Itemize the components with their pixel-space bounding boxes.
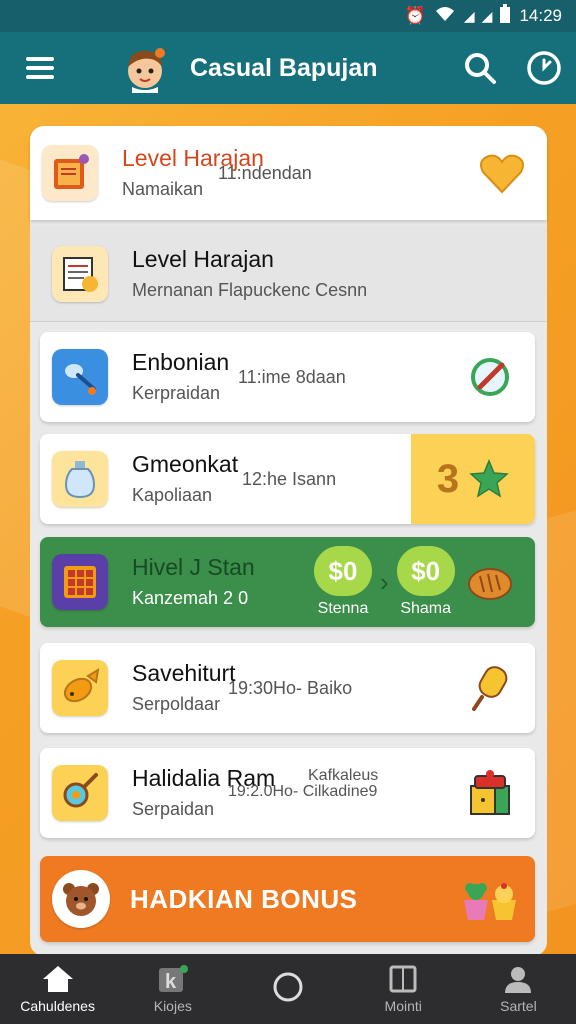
app-bar: Casual Bapujan xyxy=(0,32,576,104)
nav-item-kiojes[interactable]: k Kiojes xyxy=(115,954,230,1024)
row-subtitle: Kapoliaan xyxy=(132,485,213,505)
fish-icon xyxy=(52,660,108,716)
status-time: 14:29 xyxy=(519,6,562,25)
wifi-icon xyxy=(434,5,456,28)
row-action-button[interactable] xyxy=(445,643,535,733)
row-subtitle: Serpoldaar xyxy=(132,694,221,714)
nav-label: Kiojes xyxy=(153,998,192,1014)
mascot-avatar xyxy=(128,48,165,93)
menu-button[interactable] xyxy=(0,32,80,104)
search-icon xyxy=(465,53,496,84)
row-title: Level Harajan xyxy=(132,245,274,272)
row-meta: 11:ndendan xyxy=(218,163,312,183)
status-bar: ⏰ ◢ ◢ 14:29 xyxy=(0,0,576,32)
clock-icon xyxy=(527,51,561,85)
nav-label: Sartel xyxy=(500,998,537,1014)
nav-label: Mointi xyxy=(384,998,422,1014)
clock-button[interactable] xyxy=(512,32,576,104)
person-icon xyxy=(505,967,532,993)
bread-icon xyxy=(467,568,512,600)
battery-icon xyxy=(499,3,511,29)
row-subtitle: Mernanan Flapuckenc Cesnn xyxy=(132,279,368,300)
score-badge[interactable]: 3 xyxy=(411,434,535,524)
nav-item-sartel[interactable]: Sartel xyxy=(461,954,576,1024)
hamburger-icon xyxy=(26,57,54,79)
favorite-button[interactable] xyxy=(457,128,547,218)
row-meta: 19:30Ho- Baiko xyxy=(228,678,353,698)
cell-signal-2-icon: ◢ xyxy=(481,7,493,24)
coin-label-2: Shama xyxy=(400,600,452,617)
search-button[interactable] xyxy=(448,32,512,104)
no-edit-icon xyxy=(471,358,509,396)
row-action-button[interactable] xyxy=(445,332,535,422)
coin-value-2: $0 xyxy=(396,546,455,596)
gift-box-icon xyxy=(470,770,510,815)
row-meta: 12:he Isann xyxy=(242,469,337,489)
row-action-button[interactable] xyxy=(445,854,535,944)
star-icon xyxy=(469,459,509,498)
row-title: Savehiturt xyxy=(132,660,236,686)
chevron-right-icon: › xyxy=(380,566,389,597)
list-item[interactable]: Enbonian Kerpraidan 11:ime 8daan xyxy=(40,332,535,422)
row-subtitle: Serpaidan xyxy=(132,799,215,819)
bottom-nav: Cahuldenes k Kiojes Mointi Sartel xyxy=(0,954,576,1024)
score-value: 3 xyxy=(436,456,460,501)
list-item[interactable]: Savehiturt Serpoldaar 19:30Ho- Baiko xyxy=(40,643,535,733)
coin-button-1[interactable]: $0 Stenna xyxy=(314,546,372,618)
nav-item-home[interactable]: Cahuldenes xyxy=(0,954,115,1024)
cell-signal-icon: ◢ xyxy=(463,7,475,24)
calculator-icon xyxy=(52,554,108,610)
coin-value-1: $0 xyxy=(314,546,372,596)
coin-label-1: Stenna xyxy=(317,600,369,617)
list-item[interactable]: Hivel J Stan Kanzemah 2 0 $0 Stenna › $0… xyxy=(40,537,535,627)
magnifier-toy-icon xyxy=(52,765,108,821)
row-subtitle: Namaikan xyxy=(122,179,204,199)
row-meta-2: Kafkaleus xyxy=(308,767,379,784)
nav-item-center[interactable] xyxy=(230,954,345,1024)
row-action-button[interactable] xyxy=(445,748,535,838)
home-icon xyxy=(42,966,73,992)
row-title: Gmeonkat xyxy=(132,451,239,477)
cupcake-icon xyxy=(464,883,516,920)
teddy-bear-icon xyxy=(52,870,110,928)
circle-icon xyxy=(273,972,303,1002)
bonus-title: HADKIAN BONUS xyxy=(130,883,358,914)
spoon-icon xyxy=(52,349,108,405)
list-panel: Level Harajan Namaikan 11:ndendan Level … xyxy=(30,126,547,956)
row-title: Hivel J Stan xyxy=(132,554,255,580)
coin-button-2[interactable]: $0 Shama xyxy=(396,546,455,618)
list-item[interactable]: Gmeonkat Kapoliaan 12:he Isann 3 xyxy=(40,434,535,524)
bottle-icon xyxy=(52,451,108,507)
list-item[interactable]: Level Harajan Namaikan 11:ndendan xyxy=(30,126,547,220)
row-title: Enbonian xyxy=(132,349,230,375)
row-action-button[interactable] xyxy=(455,537,525,627)
heart-icon xyxy=(480,154,524,194)
popsicle-icon xyxy=(472,666,508,711)
row-meta: 11:ime 8daan xyxy=(238,367,346,387)
k-app-icon: k xyxy=(158,965,188,993)
app-title: Casual Bapujan xyxy=(190,53,378,82)
svg-text:k: k xyxy=(165,971,177,993)
bonus-banner[interactable]: HADKIAN BONUS xyxy=(40,856,535,942)
book-icon xyxy=(42,145,98,201)
nav-label: Cahuldenes xyxy=(20,998,95,1014)
list-item[interactable]: Halidalia Ram Serpaidan 19:2.0Ho- Cilkad… xyxy=(40,748,535,838)
row-meta: 19:2.0Ho- Cilkadine9 xyxy=(228,783,378,800)
notepad-icon xyxy=(52,245,108,302)
list-item[interactable]: Level Harajan Mernanan Flapuckenc Cesnn xyxy=(30,226,547,322)
row-subtitle: Kerpraidan xyxy=(132,383,221,403)
row-subtitle: Kanzemah 2 0 xyxy=(132,588,249,608)
book-icon xyxy=(389,965,417,993)
nav-item-mointi[interactable]: Mointi xyxy=(346,954,461,1024)
alarm-icon: ⏰ xyxy=(404,6,426,25)
